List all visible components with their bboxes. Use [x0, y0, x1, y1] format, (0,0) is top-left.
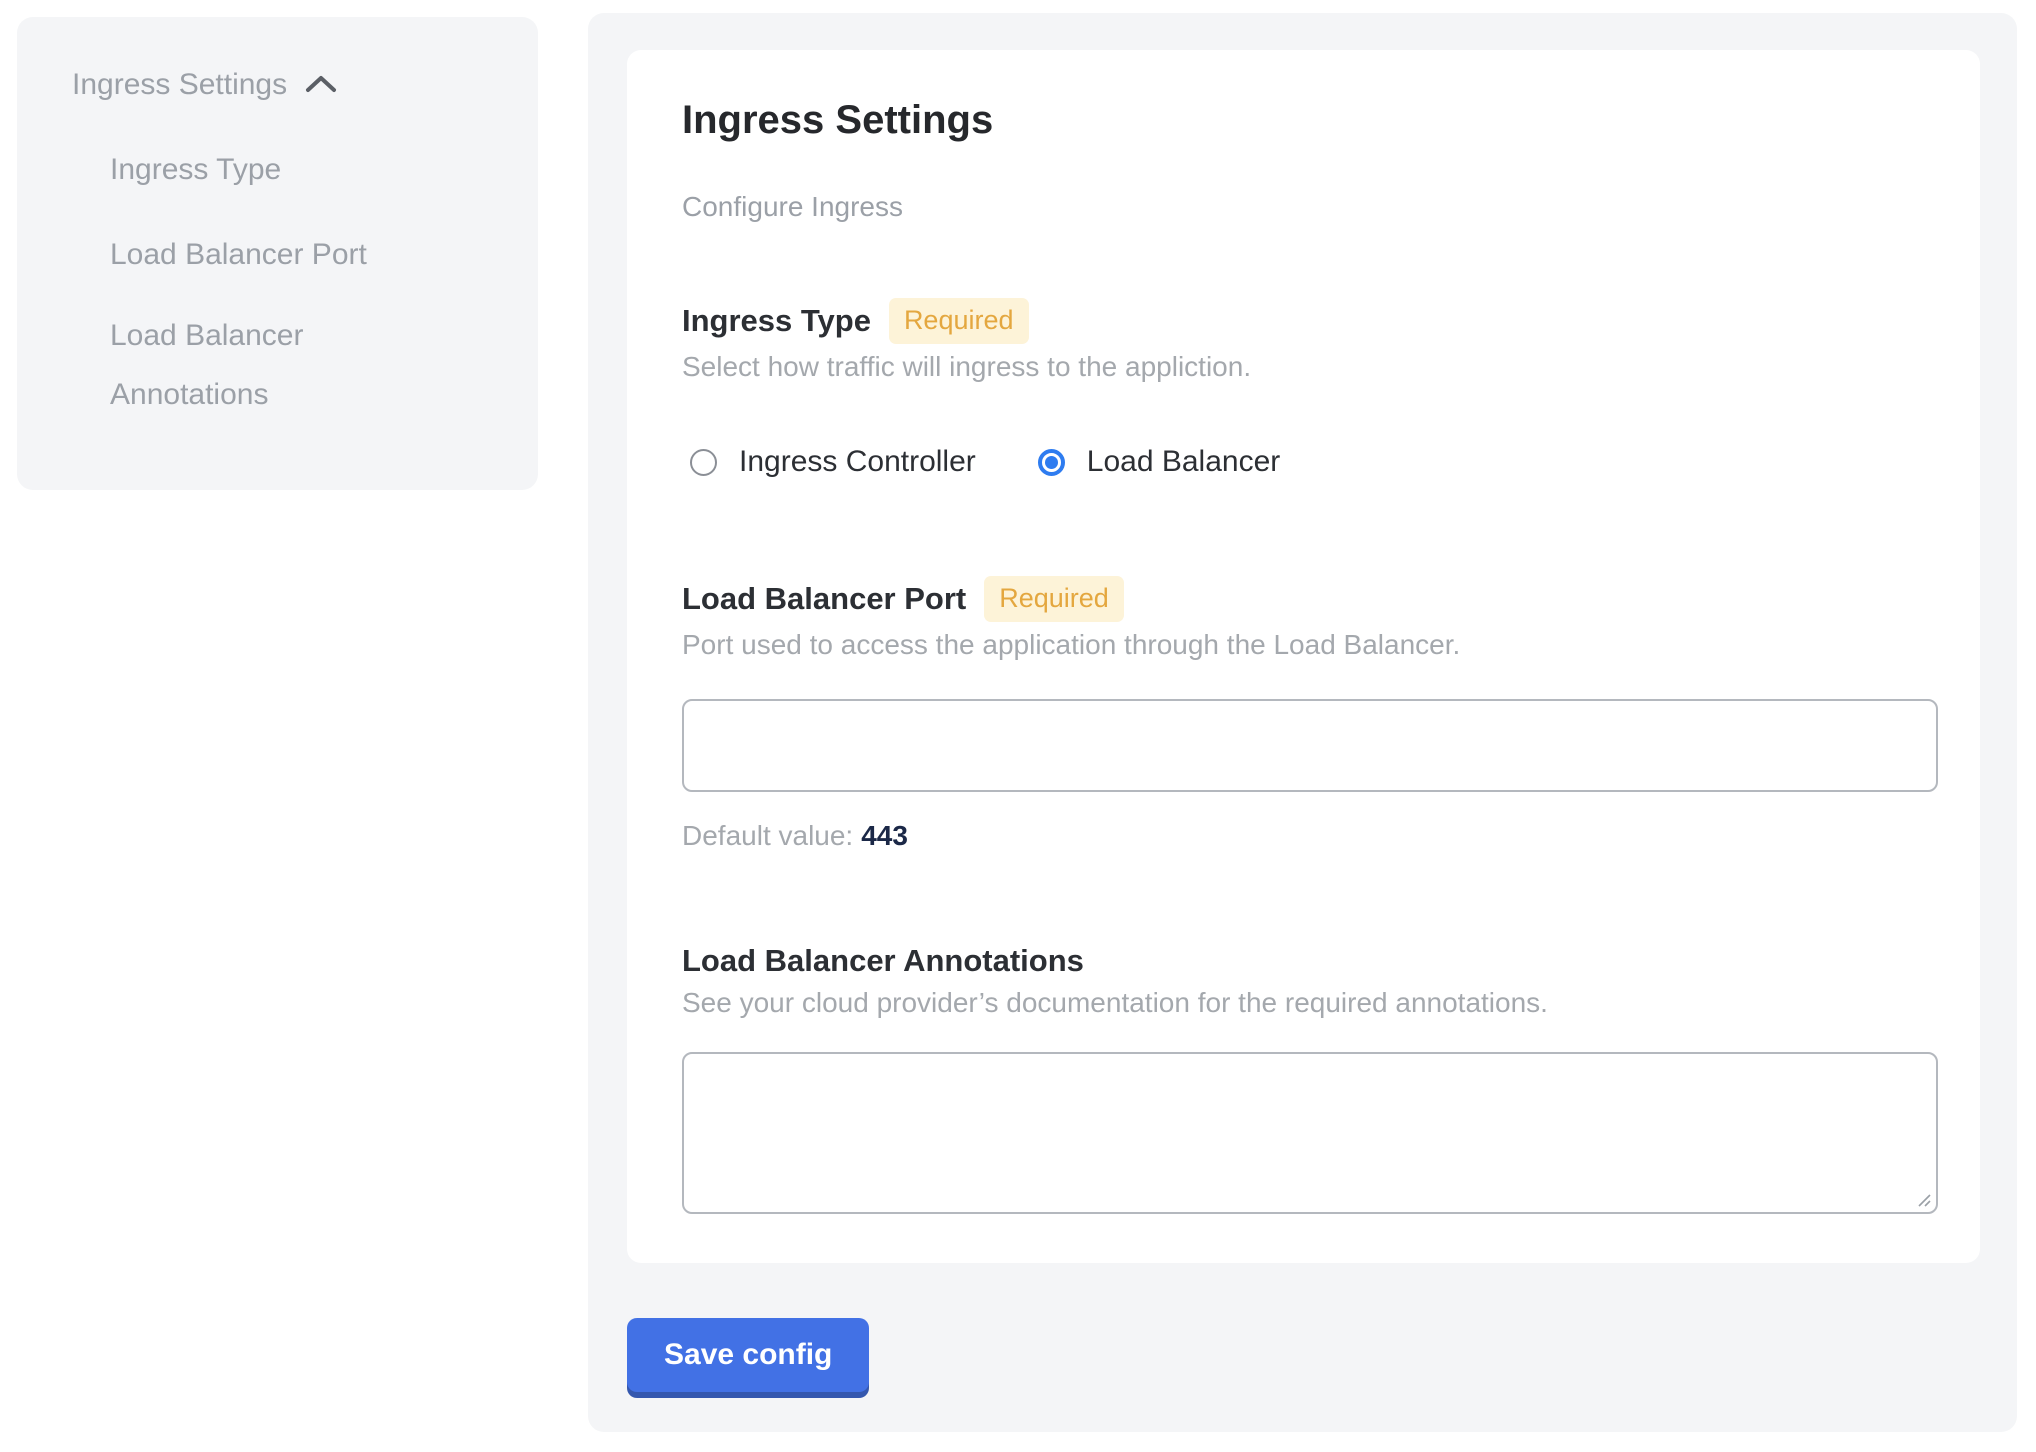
- load-balancer-annotations-label-row: Load Balancer Annotations: [682, 942, 1938, 980]
- radio-label-ingress-controller: Ingress Controller: [739, 444, 976, 480]
- load-balancer-annotations-field: [682, 1052, 1938, 1214]
- ingress-settings-card: Ingress Settings Configure Ingress Ingre…: [627, 50, 1980, 1263]
- page-title: Ingress Settings: [682, 96, 1938, 144]
- ingress-type-label: Ingress Type: [682, 302, 871, 340]
- radio-option-ingress-controller[interactable]: Ingress Controller: [690, 444, 976, 480]
- ingress-settings-panel: Ingress Settings Configure Ingress Ingre…: [588, 13, 2017, 1432]
- load-balancer-annotations-textarea[interactable]: [682, 1052, 1938, 1214]
- default-value: 443: [861, 820, 908, 851]
- settings-nav-sidebar: Ingress Settings Ingress Type Load Balan…: [17, 17, 538, 490]
- ingress-type-description: Select how traffic will ingress to the a…: [682, 350, 1938, 384]
- save-config-button[interactable]: Save config: [627, 1318, 869, 1392]
- sidebar-section-title: Ingress Settings: [72, 67, 287, 103]
- chevron-up-icon: [303, 73, 339, 97]
- load-balancer-annotations-description: See your cloud provider’s documentation …: [682, 986, 1938, 1020]
- ingress-type-radio-group: Ingress Controller Load Balancer: [682, 444, 1938, 480]
- sidebar-item-ingress-type[interactable]: Ingress Type: [110, 152, 450, 188]
- radio-option-load-balancer[interactable]: Load Balancer: [1038, 444, 1280, 480]
- radio-icon[interactable]: [1038, 449, 1065, 476]
- required-badge: Required: [889, 298, 1029, 344]
- ingress-type-label-row: Ingress Type Required: [682, 298, 1938, 344]
- required-badge: Required: [984, 576, 1124, 622]
- radio-label-load-balancer: Load Balancer: [1087, 444, 1280, 480]
- load-balancer-annotations-label: Load Balancer Annotations: [682, 942, 1084, 980]
- load-balancer-port-label-row: Load Balancer Port Required: [682, 576, 1938, 622]
- sidebar-item-load-balancer-port[interactable]: Load Balancer Port: [110, 237, 450, 273]
- default-value-label: Default value:: [682, 820, 853, 851]
- load-balancer-port-label: Load Balancer Port: [682, 580, 966, 618]
- sidebar-item-load-balancer-annotations[interactable]: Load Balancer Annotations: [110, 306, 450, 424]
- sidebar-section-ingress-settings[interactable]: Ingress Settings: [72, 67, 538, 103]
- default-value-line: Default value: 443: [682, 819, 1938, 853]
- radio-icon[interactable]: [690, 449, 717, 476]
- load-balancer-port-input[interactable]: [682, 699, 1938, 792]
- load-balancer-port-description: Port used to access the application thro…: [682, 628, 1938, 662]
- page-subtitle: Configure Ingress: [682, 190, 1938, 224]
